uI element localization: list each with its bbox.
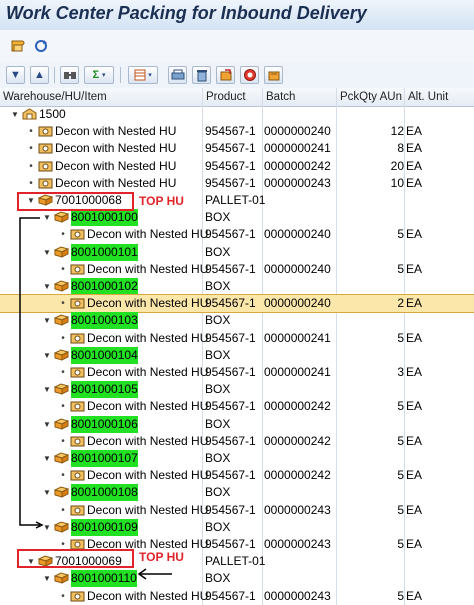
annotation-arrows [19, 217, 172, 580]
